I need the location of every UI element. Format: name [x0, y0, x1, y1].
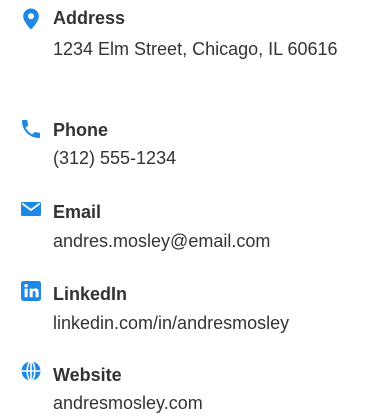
phone-icon: [19, 117, 43, 141]
contact-value-address[interactable]: 1234 Elm Street, Chicago, IL 60616: [53, 34, 373, 64]
contact-info-list: Address 1234 Elm Street, Chicago, IL 606…: [0, 0, 380, 419]
map-pin-icon: [19, 7, 43, 31]
contact-value-linkedin[interactable]: linkedin.com/in/andresmosley: [53, 308, 373, 338]
contact-value-email[interactable]: andres.mosley@email.com: [53, 226, 373, 256]
contact-label-email: Email: [53, 202, 102, 222]
envelope-icon: [19, 197, 43, 221]
contact-value-phone[interactable]: (312) 555-1234: [53, 143, 373, 173]
contact-label-linkedin: LinkedIn: [53, 284, 128, 304]
contact-value-website[interactable]: andresmosley.com: [53, 388, 373, 418]
contact-label-phone: Phone: [53, 120, 109, 140]
contact-label-address: Address: [53, 8, 126, 28]
linkedin-icon: [19, 279, 43, 303]
globe-icon: [19, 359, 43, 383]
contact-label-website: Website: [53, 365, 122, 385]
